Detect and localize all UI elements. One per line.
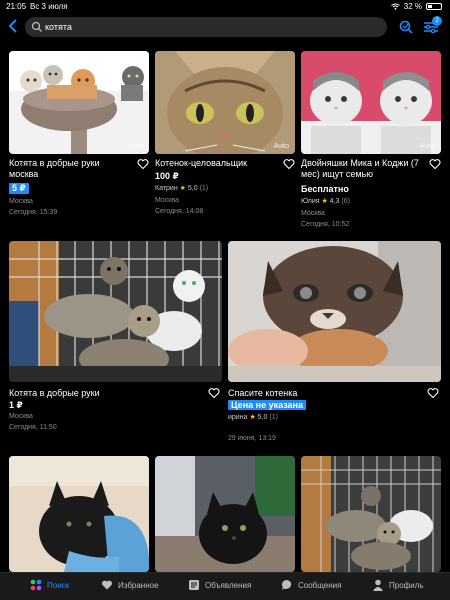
search-input[interactable]: котята (25, 17, 387, 37)
battery-percent: 32 % (403, 2, 422, 11)
nav-messages-label: Сообщения (298, 580, 342, 590)
star-icon: ★ (249, 414, 256, 421)
nav-search[interactable]: Поиск (30, 579, 69, 591)
listing-date: Сегодня, 11:50 (9, 424, 57, 431)
listing-card[interactable] (9, 456, 149, 572)
heart-icon[interactable] (429, 158, 441, 170)
status-date: Вс 3 июля (30, 2, 68, 11)
kittens-cage-small-image (301, 456, 441, 572)
listing-title[interactable]: Двойняшки Мика и Коджи (7 мес) ищут семь… (301, 158, 426, 180)
listing-photo[interactable] (228, 241, 441, 382)
heart-icon (101, 580, 113, 590)
listings-icon (189, 580, 199, 590)
listing-title[interactable]: Котята в добрые руки (9, 388, 199, 399)
listing-photo[interactable]: Avito (155, 51, 295, 154)
listing-date: 29 июня, 13:19 (228, 435, 276, 442)
seller-rating: 4,3 (329, 198, 340, 205)
listing-photo[interactable] (9, 241, 222, 382)
nav-listings-label: Объявления (205, 580, 252, 590)
status-right: 32 % (390, 2, 442, 11)
location-search-icon (399, 20, 413, 34)
listing-date: Сегодня, 14:08 (155, 208, 204, 215)
status-time: 21:05 (6, 2, 27, 11)
seller-rating: 5,0 (187, 185, 198, 192)
listing-price: Бесплатно (301, 184, 349, 194)
fluffy-black-kitten-image (155, 456, 295, 572)
nav-favorites[interactable]: Избранное (101, 579, 159, 591)
listing-seller: Катрин ★ 5,0 (1) (155, 184, 208, 192)
kittens-cage-image (9, 241, 222, 382)
listing-price: 1 ₽ (9, 400, 23, 410)
black-kitten-gloves-image (9, 456, 149, 572)
filter-count-badge: 2 (432, 16, 442, 26)
listing-photo[interactable]: Avito (9, 51, 149, 154)
twin-kittens-image (301, 51, 441, 154)
heart-icon[interactable] (208, 387, 220, 399)
top-bar: котята 2 (0, 14, 450, 42)
seller-name: ирина (228, 414, 248, 421)
seller-name: Катрин (155, 185, 178, 192)
listing-price: 5 ₽ (9, 183, 29, 194)
bottom-nav: Поиск Избранное Объявления Сообщения Про… (0, 572, 450, 600)
search-query: котята (45, 22, 72, 32)
listing-price: Цена не указана (228, 400, 306, 410)
search-icon (31, 21, 42, 32)
listing-card[interactable]: Котята в добрые руки 1 ₽ Москва Сегодня,… (9, 241, 222, 441)
seller-reviews: (1) (199, 185, 209, 192)
listing-card[interactable] (301, 456, 441, 572)
nav-listings[interactable]: Объявления (188, 579, 251, 591)
star-icon: ★ (179, 185, 186, 192)
wifi-icon (390, 3, 400, 10)
nav-profile-label: Профиль (389, 580, 424, 590)
listing-title[interactable]: Котята в добрые руки москва (9, 158, 131, 180)
listing-card[interactable]: Avito Двойняшки Мика и Коджи (7 мес) ищу… (301, 51, 441, 236)
nav-profile[interactable]: Профиль (372, 579, 424, 591)
listing-date: Сегодня, 15:39 (9, 209, 58, 216)
star-icon: ★ (321, 198, 328, 205)
seller-reviews: (6) (341, 198, 350, 205)
status-bar: 21:05 Вс 3 июля 32 % (0, 0, 450, 14)
heart-icon[interactable] (137, 158, 149, 170)
heart-icon[interactable] (283, 158, 295, 170)
kittens-basket-image (9, 51, 149, 154)
back-button[interactable] (8, 18, 24, 36)
listing-card[interactable]: Спасите котенка Цена не указана ирина ★ … (228, 241, 441, 446)
nav-messages[interactable]: Сообщения (281, 579, 341, 591)
listing-seller: ирина ★ 5,0 (1) (228, 413, 278, 421)
location-button[interactable] (397, 18, 415, 36)
nav-search-label: Поиск (47, 580, 70, 590)
heart-icon[interactable] (427, 387, 439, 399)
listing-price: 100 ₽ (155, 171, 179, 181)
avito-watermark: Avito (127, 143, 143, 150)
listing-date: Сегодня, 10:52 (301, 221, 350, 228)
seller-name: Юлия (301, 198, 320, 205)
listing-location: Москва (155, 197, 179, 204)
chat-icon (281, 579, 292, 590)
tortoiseshell-kitten-image (228, 241, 441, 382)
listing-title[interactable]: Котенок-целовальщик (155, 158, 277, 169)
avito-watermark: Avito (273, 143, 289, 150)
listing-title[interactable]: Спасите котенка (228, 388, 418, 399)
nav-favorites-label: Избранное (118, 580, 159, 590)
listing-location: Москва (9, 413, 33, 420)
listing-card[interactable]: Avito Котенок-целовальщик 100 ₽ Катрин ★… (155, 51, 295, 226)
battery-icon (426, 3, 442, 10)
listing-location: Москва (301, 210, 325, 217)
chevron-left-icon (8, 19, 17, 33)
listing-location: Москва (9, 198, 33, 205)
listing-photo[interactable] (9, 456, 149, 572)
listing-seller: Юлия ★ 4,3 (6) (301, 197, 350, 205)
listing-photo[interactable]: Avito (301, 51, 441, 154)
listing-photo[interactable] (301, 456, 441, 572)
listing-card[interactable]: Avito Котята в добрые руки москва 5 ₽ Мо… (9, 51, 149, 226)
seller-reviews: (1) (269, 414, 278, 421)
listing-photo[interactable] (155, 456, 295, 572)
profile-icon (373, 579, 383, 591)
search-dots-icon (30, 579, 42, 591)
seller-rating: 5,0 (257, 414, 268, 421)
listing-card[interactable] (155, 456, 295, 572)
avito-watermark: Avito (419, 143, 435, 150)
tabby-kitten-image (155, 51, 295, 154)
